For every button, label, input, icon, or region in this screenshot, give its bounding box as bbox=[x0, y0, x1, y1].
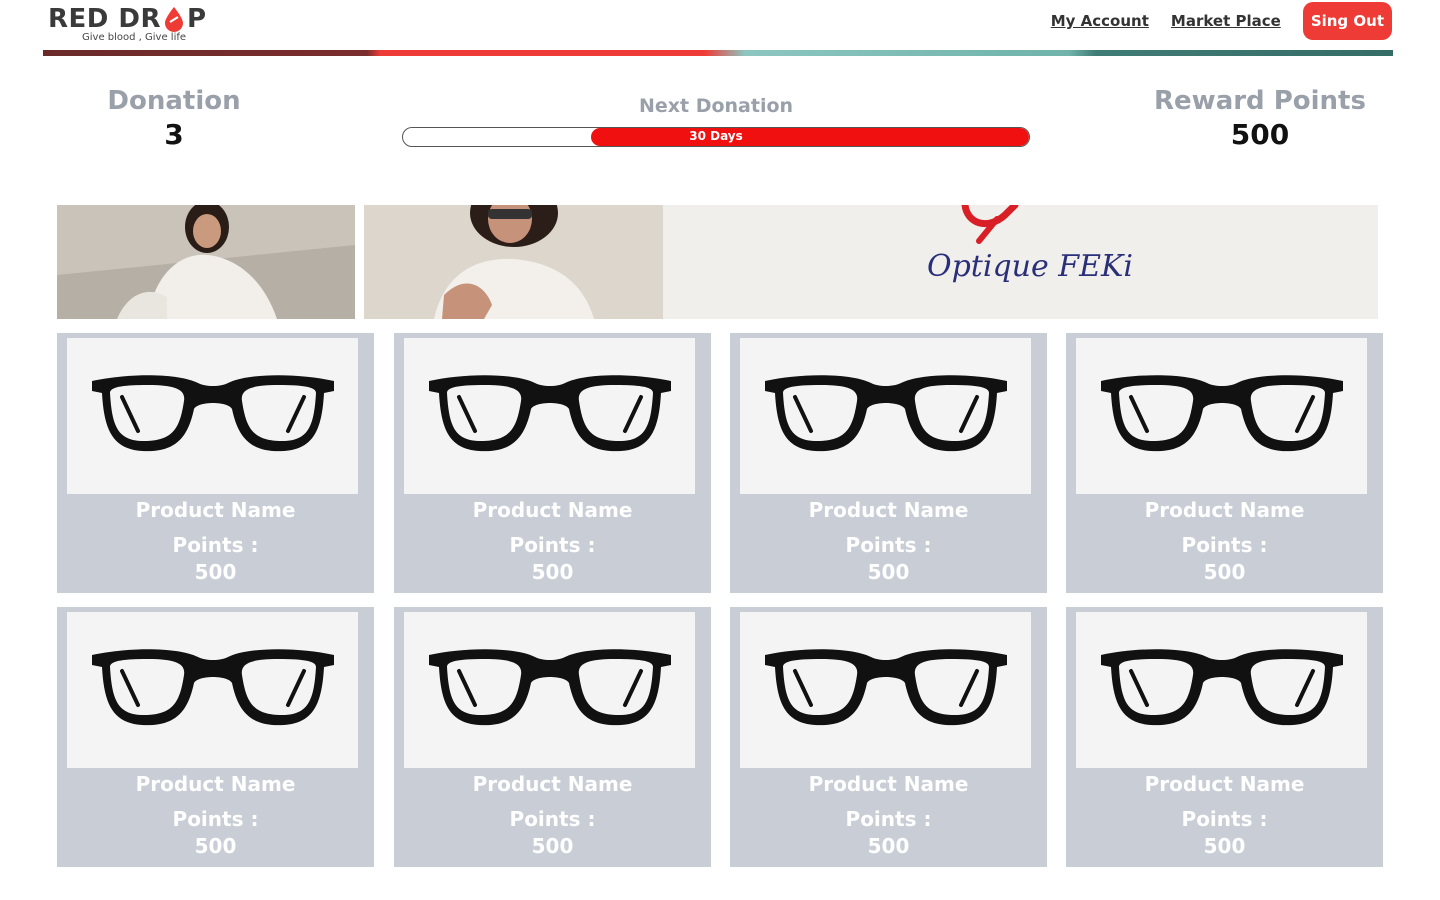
header-divider bbox=[43, 50, 1393, 56]
reward-stat: Reward Points 500 bbox=[1130, 86, 1390, 151]
product-name: Product Name bbox=[1144, 772, 1305, 796]
product-points-label: Points : bbox=[1181, 533, 1268, 557]
product-card[interactable]: Product Name Points : 500 bbox=[394, 607, 711, 867]
eyeglasses-icon bbox=[764, 649, 1007, 726]
product-name: Product Name bbox=[808, 498, 969, 522]
product-image bbox=[67, 612, 358, 768]
product-image bbox=[404, 338, 695, 494]
product-points-value: 500 bbox=[1203, 834, 1246, 858]
sign-out-button[interactable]: Sing Out bbox=[1302, 2, 1392, 40]
nav-my-account[interactable]: My Account bbox=[1051, 12, 1149, 30]
eyeglasses-icon bbox=[91, 649, 334, 726]
product-card[interactable]: Product Name Points : 500 bbox=[730, 333, 1047, 593]
product-points-value: 500 bbox=[531, 834, 574, 858]
next-donation-days: 30 Days bbox=[689, 129, 743, 143]
banner-photo-model-2 bbox=[364, 205, 663, 319]
product-name: Product Name bbox=[472, 498, 633, 522]
product-points-label: Points : bbox=[509, 533, 596, 557]
product-points-value: 500 bbox=[194, 834, 237, 858]
banner-brand-text: Optique FEKi bbox=[927, 249, 1133, 284]
product-card[interactable]: Product Name Points : 500 bbox=[57, 333, 374, 593]
product-points-value: 500 bbox=[1203, 560, 1246, 584]
eyeglasses-icon bbox=[91, 375, 334, 452]
product-points-label: Points : bbox=[845, 807, 932, 831]
logo-tagline: Give blood , Give life bbox=[82, 32, 187, 43]
product-name: Product Name bbox=[135, 772, 296, 796]
product-name: Product Name bbox=[1144, 498, 1305, 522]
product-image bbox=[740, 338, 1031, 494]
banner-photo-model-1 bbox=[57, 205, 355, 319]
product-image bbox=[1076, 338, 1367, 494]
product-card[interactable]: Product Name Points : 500 bbox=[1066, 607, 1383, 867]
nav-market-place[interactable]: Market Place bbox=[1171, 12, 1281, 30]
product-image bbox=[1076, 612, 1367, 768]
product-name: Product Name bbox=[808, 772, 969, 796]
product-image bbox=[740, 612, 1031, 768]
product-image bbox=[404, 612, 695, 768]
eyeglasses-icon bbox=[428, 649, 671, 726]
product-points-value: 500 bbox=[194, 560, 237, 584]
product-points-label: Points : bbox=[509, 807, 596, 831]
reward-points-value: 500 bbox=[1230, 118, 1290, 151]
donation-stat: Donation 3 bbox=[74, 86, 274, 151]
product-points-label: Points : bbox=[172, 533, 259, 557]
product-card[interactable]: Product Name Points : 500 bbox=[394, 333, 711, 593]
logo-text-left: RED DR bbox=[48, 4, 162, 34]
blood-drop-icon bbox=[165, 7, 184, 32]
next-donation: Next Donation 30 Days bbox=[402, 95, 1030, 147]
product-points-label: Points : bbox=[1181, 807, 1268, 831]
banner-divider bbox=[355, 205, 364, 319]
optique-logo-icon bbox=[961, 205, 1019, 244]
product-points-value: 500 bbox=[867, 560, 910, 584]
promo-banner[interactable]: Optique FEKi bbox=[57, 205, 1378, 319]
product-points-label: Points : bbox=[845, 533, 932, 557]
donation-count: 3 bbox=[164, 118, 184, 151]
donation-label: Donation bbox=[107, 86, 241, 116]
reward-label: Reward Points bbox=[1154, 86, 1366, 116]
logo-wordmark: RED DR P bbox=[48, 4, 207, 34]
eyeglasses-icon bbox=[428, 375, 671, 452]
product-points-value: 500 bbox=[867, 834, 910, 858]
logo-text-right: P bbox=[187, 4, 207, 34]
product-image bbox=[67, 338, 358, 494]
product-card[interactable]: Product Name Points : 500 bbox=[57, 607, 374, 867]
product-name: Product Name bbox=[135, 498, 296, 522]
logo[interactable]: RED DR P Give blood , Give life bbox=[48, 4, 207, 43]
eyeglasses-icon bbox=[764, 375, 1007, 452]
product-card[interactable]: Product Name Points : 500 bbox=[730, 607, 1047, 867]
eyeglasses-icon bbox=[1100, 649, 1343, 726]
next-donation-progress: 30 Days bbox=[402, 127, 1030, 147]
eyeglasses-icon bbox=[1100, 375, 1343, 452]
product-card[interactable]: Product Name Points : 500 bbox=[1066, 333, 1383, 593]
next-donation-label: Next Donation bbox=[638, 95, 794, 117]
product-points-value: 500 bbox=[531, 560, 574, 584]
header: RED DR P Give blood , Give life My Accou… bbox=[0, 0, 1440, 60]
top-nav: My Account Market Place Sing Out bbox=[1051, 2, 1392, 40]
product-name: Product Name bbox=[472, 772, 633, 796]
product-points-label: Points : bbox=[172, 807, 259, 831]
